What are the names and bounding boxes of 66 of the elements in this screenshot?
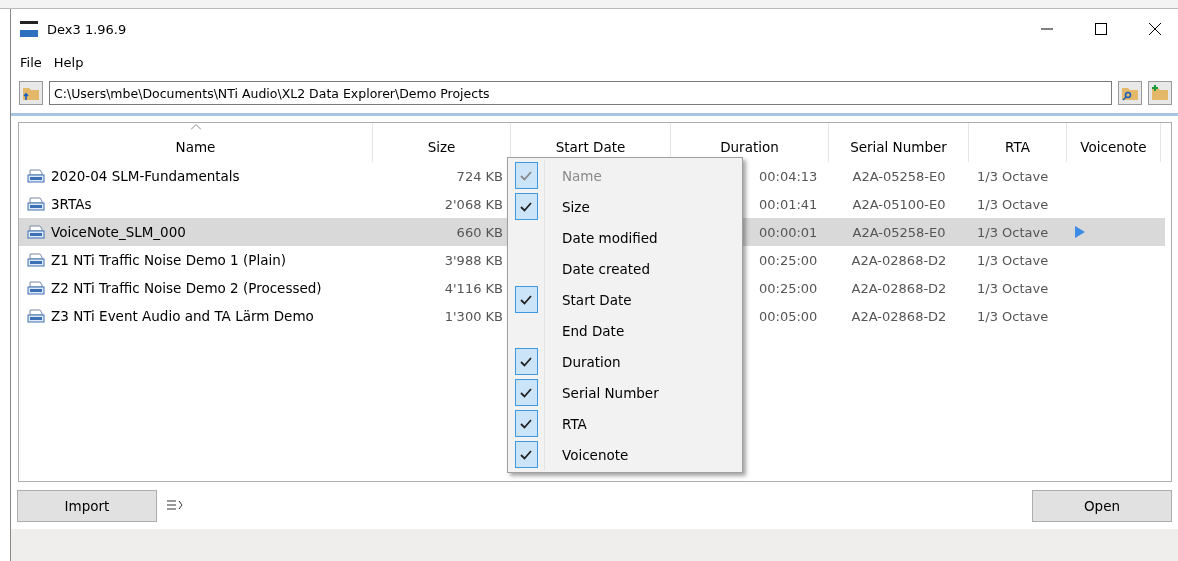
file-name[interactable]: 2020-04 SLM-Fundamentals <box>51 168 240 184</box>
size-cell-text: 2'068 KB <box>443 196 504 212</box>
menu-option[interactable]: Voicenote <box>508 439 742 470</box>
maximize-icon[interactable] <box>1095 23 1107 35</box>
duration-cell-text: 00:05:00 <box>758 308 819 324</box>
file-icon <box>27 225 45 239</box>
folder-up-icon <box>22 85 40 101</box>
serial-cell-text: A2A-05100-E0 <box>851 196 947 212</box>
size-cell-text: 724 KB <box>455 168 504 184</box>
column-header[interactable]: Serial Number <box>829 123 969 162</box>
size-cell-text: 1'300 KB <box>443 308 504 324</box>
open-button[interactable]: Open <box>1032 490 1172 522</box>
new-folder-icon <box>1151 85 1169 101</box>
window-title: Dex3 1.96.9 <box>47 21 128 37</box>
list-icon[interactable] <box>167 500 183 512</box>
rta-cell-text: 1/3 Octave <box>976 308 1050 324</box>
rta-cell-text: 1/3 Octave <box>976 252 1050 268</box>
file-name[interactable]: Z2 NTi Traffic Noise Demo 2 (Processed) <box>51 280 322 296</box>
import-button[interactable]: Import <box>17 490 157 522</box>
close-icon[interactable] <box>1149 23 1161 35</box>
duration-cell-text: 00:25:00 <box>758 280 819 296</box>
rta-cell-text: 1/3 Octave <box>976 168 1050 184</box>
menu-item[interactable]: Help <box>50 54 87 70</box>
rta-cell-text: 1/3 Octave <box>976 224 1050 240</box>
menu-option[interactable]: Start Date <box>508 284 742 315</box>
serial-cell-text: A2A-02868-D2 <box>850 308 948 324</box>
folder-up-button[interactable] <box>19 81 43 105</box>
file-icon <box>27 281 45 295</box>
menu-option[interactable]: Date created <box>508 253 742 284</box>
file-icon <box>27 309 45 323</box>
search-folder-icon <box>1121 85 1139 101</box>
rta-cell-text: 1/3 Octave <box>976 280 1050 296</box>
size-cell-text: 3'988 KB <box>443 252 504 268</box>
file-name[interactable]: 3RTAs <box>51 196 92 212</box>
file-icon <box>27 197 45 211</box>
duration-cell-text: 00:04:13 <box>758 168 819 184</box>
menu-option[interactable]: End Date <box>508 315 742 346</box>
path-field[interactable]: C:\Users\mbe\Documents\NTi Audio\XL2 Data Explorer\Demo Projects <box>49 81 1112 105</box>
column-header[interactable]: RTA <box>969 123 1067 162</box>
menu-option[interactable]: Size <box>508 191 742 222</box>
search-folder-button[interactable] <box>1118 81 1142 105</box>
duration-cell-text: 00:00:01 <box>758 224 819 240</box>
new-folder-button[interactable] <box>1148 81 1172 105</box>
serial-cell-text: A2A-02868-D2 <box>850 280 948 296</box>
menu-option[interactable]: Duration <box>508 346 742 377</box>
menu-option[interactable]: RTA <box>508 408 742 439</box>
duration-cell-text: 00:01:41 <box>758 196 819 212</box>
menu-item[interactable]: File <box>17 54 45 70</box>
duration-cell-text: 00:25:00 <box>758 252 819 268</box>
file-name[interactable]: Z3 NTi Event Audio and TA Lärm Demo <box>51 308 314 324</box>
menu-option[interactable]: Serial Number <box>508 377 742 408</box>
serial-cell-text: A2A-05258-E0 <box>851 224 947 240</box>
app-logo <box>19 20 39 38</box>
play-icon[interactable] <box>1075 226 1085 238</box>
file-icon <box>27 169 45 183</box>
serial-cell-text: A2A-05258-E0 <box>851 168 947 184</box>
column-header[interactable]: Voicenote <box>1067 123 1161 162</box>
file-name[interactable]: Z1 NTi Traffic Noise Demo 1 (Plain) <box>51 252 286 268</box>
column-header[interactable]: Name <box>19 123 373 162</box>
file-icon <box>27 253 45 267</box>
menu-option[interactable]: Date modified <box>508 222 742 253</box>
file-name[interactable]: VoiceNote_SLM_000 <box>51 224 186 240</box>
rta-cell-text: 1/3 Octave <box>976 196 1050 212</box>
serial-cell-text: A2A-02868-D2 <box>850 252 948 268</box>
size-cell-text: 660 KB <box>455 224 504 240</box>
size-cell-text: 4'116 KB <box>443 280 504 296</box>
